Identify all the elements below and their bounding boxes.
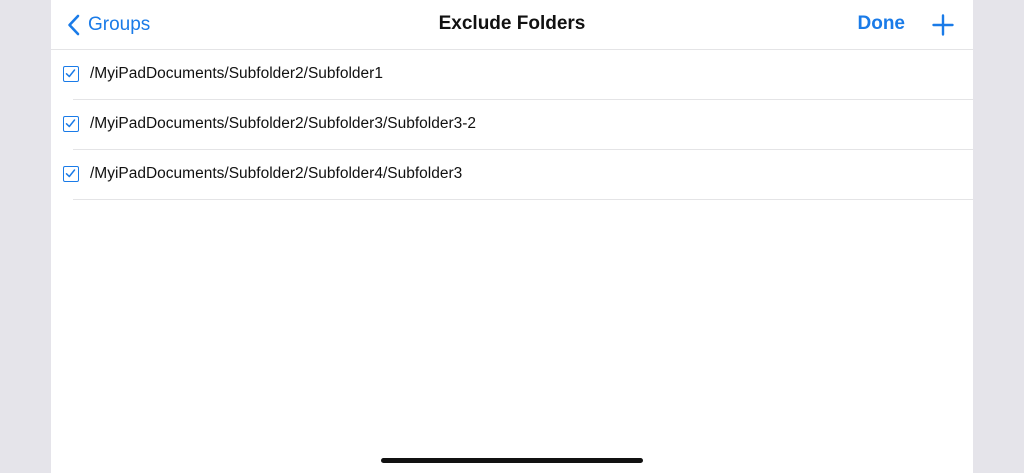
checkmark-icon [65, 169, 76, 178]
folder-path: /MyiPadDocuments/Subfolder2/Subfolder4/S… [90, 165, 463, 182]
excluded-folder-list: /MyiPadDocuments/Subfolder2/Subfolder1 /… [51, 50, 973, 200]
add-folder-button[interactable] [932, 14, 954, 36]
done-button[interactable]: Done [858, 13, 906, 35]
folder-path: /MyiPadDocuments/Subfolder2/Subfolder1 [90, 65, 383, 82]
plus-icon [932, 14, 954, 40]
folder-row[interactable]: /MyiPadDocuments/Subfolder2/Subfolder1 [51, 50, 973, 100]
home-indicator[interactable] [381, 458, 643, 463]
folder-checkbox[interactable] [63, 66, 79, 82]
folder-checkbox[interactable] [63, 166, 79, 182]
folder-checkbox[interactable] [63, 116, 79, 132]
folder-row[interactable]: /MyiPadDocuments/Subfolder2/Subfolder4/S… [51, 150, 973, 200]
folder-row[interactable]: /MyiPadDocuments/Subfolder2/Subfolder3/S… [51, 100, 973, 150]
checkmark-icon [65, 69, 76, 78]
folder-path: /MyiPadDocuments/Subfolder2/Subfolder3/S… [90, 115, 477, 132]
page-title: Exclude Folders [438, 13, 586, 34]
checkmark-icon [65, 119, 76, 128]
navigation-bar: Groups Exclude Folders Done [51, 0, 973, 50]
exclude-folders-sheet: Groups Exclude Folders Done /MyiPadDocum… [51, 0, 973, 473]
